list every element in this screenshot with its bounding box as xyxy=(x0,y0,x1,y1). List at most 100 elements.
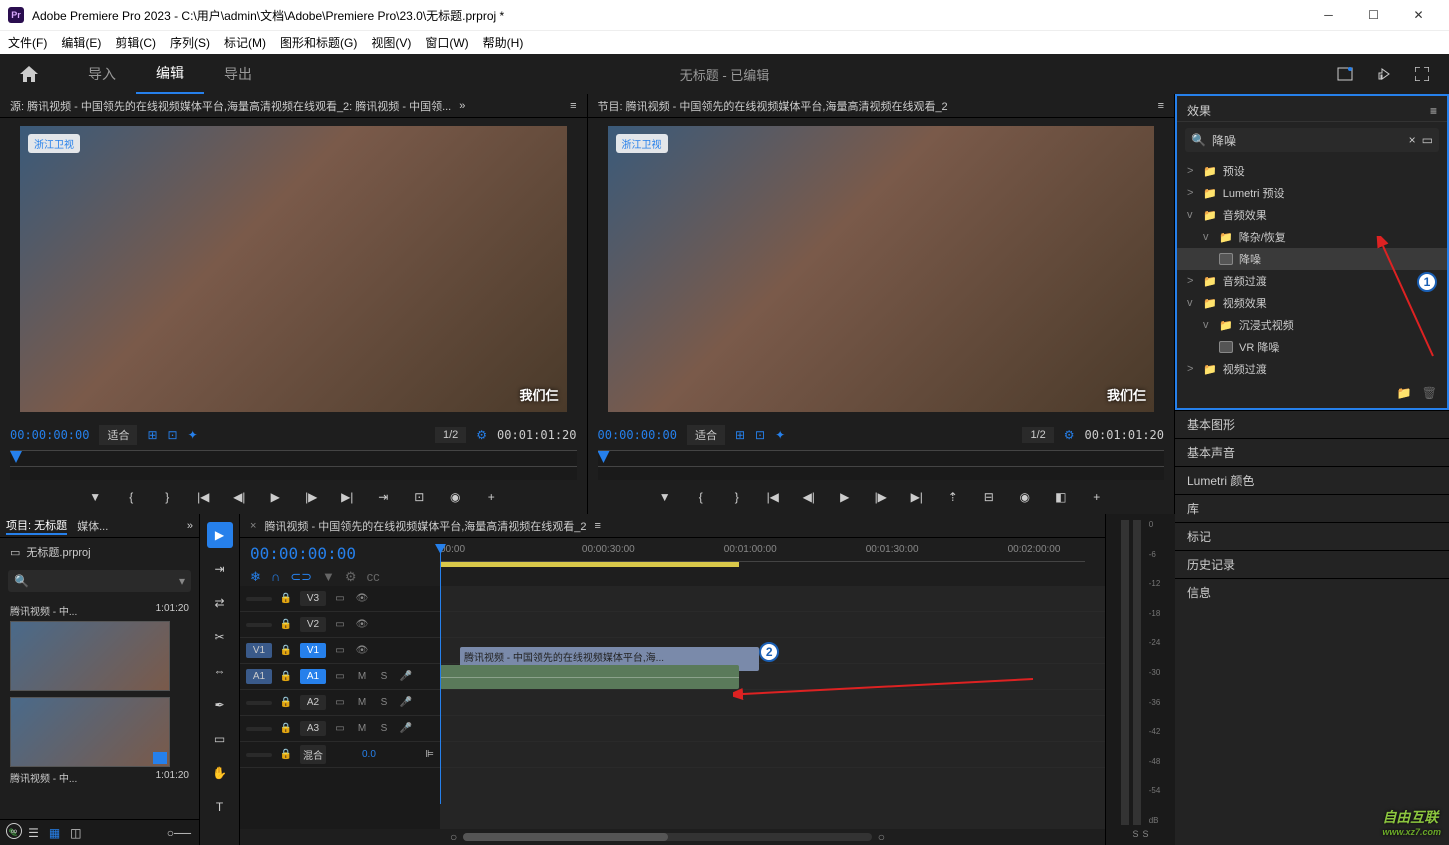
slip-tool[interactable]: ⇔ xyxy=(207,658,233,684)
program-tc-left[interactable]: 00:00:00:00 xyxy=(598,428,677,442)
panel-essential-sound[interactable]: 基本声音 xyxy=(1175,438,1449,466)
work-area-bar[interactable] xyxy=(440,562,739,567)
new-bin-icon[interactable]: ▭ xyxy=(1422,133,1433,147)
mix-value[interactable]: 0.0 xyxy=(362,749,376,760)
timeline-tc[interactable]: 00:00:00:00 xyxy=(250,544,430,563)
overwrite-icon[interactable]: ⊡ xyxy=(411,489,427,505)
snap-icon[interactable]: ❄ xyxy=(250,569,261,585)
razor-tool[interactable]: ✂ xyxy=(207,624,233,650)
sequence-thumbnail[interactable] xyxy=(10,697,170,767)
zoom-slider[interactable]: ○── xyxy=(167,826,191,840)
track-mix[interactable]: 混合 xyxy=(300,745,326,764)
fx-folder-denoise-restore[interactable]: v📁降杂/恢复 xyxy=(1177,226,1447,248)
fx-folder-lumetri[interactable]: >📁Lumetri 预设 xyxy=(1177,182,1447,204)
project-search[interactable]: 🔍 ▾ xyxy=(8,570,191,592)
fx-folder-audio-transitions[interactable]: >📁音频过渡 xyxy=(1177,270,1447,292)
menu-sequence[interactable]: 序列(S) xyxy=(170,34,210,51)
pen-tool[interactable]: ✒ xyxy=(207,692,233,718)
settings-icon[interactable]: ⚙ xyxy=(1064,428,1075,442)
timeline-scrollbar[interactable]: ○ ○ xyxy=(240,829,1105,845)
step-fwd-icon[interactable]: |▶ xyxy=(873,489,889,505)
captions-icon[interactable]: cc xyxy=(367,569,380,585)
source-res-select[interactable]: 1/2 xyxy=(435,427,466,443)
panel-menu-icon[interactable]: ≡ xyxy=(1158,100,1164,112)
play-icon[interactable]: ▶ xyxy=(837,489,853,505)
step-back-icon[interactable]: ◀| xyxy=(231,489,247,505)
program-fit-select[interactable]: 适合 xyxy=(687,425,725,445)
source-viewport[interactable]: 浙江卫视 我们仨 xyxy=(20,126,567,412)
project-item[interactable]: 腾讯视频 - 中...1:01:20 xyxy=(10,600,189,691)
effects-search-input[interactable] xyxy=(1212,133,1403,147)
track-select-tool[interactable]: ⇥ xyxy=(207,556,233,582)
fx-effect-vr-denoise[interactable]: VR 降噪 xyxy=(1177,336,1447,358)
guides-icon[interactable]: ⊡ xyxy=(755,428,765,442)
ripple-tool[interactable]: ⇄ xyxy=(207,590,233,616)
track-lanes[interactable]: 腾讯视频 - 中国领先的在线视频媒体平台,海... 2 xyxy=(440,586,1105,829)
rulers-icon[interactable]: ⊞ xyxy=(147,428,157,442)
chevron-right-icon[interactable]: » xyxy=(459,100,465,112)
tab-project[interactable]: 项目: 无标题 xyxy=(6,517,67,535)
export-frame-icon[interactable]: ◉ xyxy=(447,489,463,505)
magnet-icon[interactable]: ∩ xyxy=(271,569,280,585)
out-icon[interactable]: } xyxy=(729,489,745,505)
source-a1[interactable]: A1 xyxy=(246,669,272,684)
settings-icon[interactable]: ⚙ xyxy=(345,569,357,585)
menu-file[interactable]: 文件(F) xyxy=(8,34,47,51)
tab-import[interactable]: 导入 xyxy=(68,54,136,94)
icon-view-icon[interactable]: ▦ xyxy=(49,826,60,840)
in-icon[interactable]: { xyxy=(123,489,139,505)
menu-clip[interactable]: 剪辑(C) xyxy=(115,34,156,51)
source-v1[interactable]: V1 xyxy=(246,643,272,658)
out-icon[interactable]: } xyxy=(159,489,175,505)
fx-effect-denoise[interactable]: 降噪 xyxy=(1177,248,1447,270)
button-editor-icon[interactable]: + xyxy=(483,489,499,505)
menu-edit[interactable]: 编辑(E) xyxy=(61,34,101,51)
track-a1[interactable]: A1 xyxy=(300,669,326,684)
guides-icon[interactable]: ⊡ xyxy=(168,428,178,442)
fullscreen-icon[interactable] xyxy=(1415,67,1429,81)
track-a2[interactable]: A2 xyxy=(300,695,326,710)
extract-icon[interactable]: ⊟ xyxy=(981,489,997,505)
panel-lumetri-color[interactable]: Lumetri 颜色 xyxy=(1175,466,1449,494)
panel-info[interactable]: 信息 xyxy=(1175,578,1449,606)
compare-icon[interactable]: ◧ xyxy=(1053,489,1069,505)
fx-folder-video-transitions[interactable]: >📁视频过渡 xyxy=(1177,358,1447,380)
panel-history[interactable]: 历史记录 xyxy=(1175,550,1449,578)
track-v3[interactable]: V3 xyxy=(300,591,326,606)
selection-tool[interactable]: ▶ xyxy=(207,522,233,548)
goto-in-icon[interactable]: |◀ xyxy=(765,489,781,505)
panel-markers[interactable]: 标记 xyxy=(1175,522,1449,550)
timeline-playhead[interactable] xyxy=(440,544,441,804)
rectangle-tool[interactable]: ▭ xyxy=(207,726,233,752)
minimize-button[interactable]: ─ xyxy=(1306,0,1351,30)
marker-icon[interactable]: ▼ xyxy=(657,489,673,505)
source-ruler[interactable] xyxy=(10,450,577,480)
panel-libraries[interactable]: 库 xyxy=(1175,494,1449,522)
rulers-icon[interactable]: ⊞ xyxy=(735,428,745,442)
overlay-icon[interactable]: ✦ xyxy=(775,428,785,442)
track-a3[interactable]: A3 xyxy=(300,721,326,736)
timeline-ruler[interactable]: 00:00 00:00:30:00 00:01:00:00 00:01:30:0… xyxy=(440,544,1085,562)
step-back-icon[interactable]: ◀| xyxy=(801,489,817,505)
export-frame-icon[interactable]: ◉ xyxy=(1017,489,1033,505)
source-tc-left[interactable]: 00:00:00:00 xyxy=(10,428,89,442)
clear-search-icon[interactable]: × xyxy=(1409,133,1416,147)
linked-icon[interactable]: ⊂⊃ xyxy=(290,569,312,585)
hand-tool[interactable]: ✋ xyxy=(207,760,233,786)
source-fit-select[interactable]: 适合 xyxy=(99,425,137,445)
tab-media[interactable]: 媒体... xyxy=(77,518,108,534)
close-seq-icon[interactable]: × xyxy=(250,520,256,532)
program-viewport[interactable]: 浙江卫视 我们仨 xyxy=(608,126,1155,412)
type-tool[interactable]: T xyxy=(207,794,233,820)
in-icon[interactable]: { xyxy=(693,489,709,505)
marker-icon[interactable]: ▼ xyxy=(322,569,335,585)
fx-folder-presets[interactable]: >📁预设 xyxy=(1177,160,1447,182)
marker-icon[interactable]: ▼ xyxy=(87,489,103,505)
insert-icon[interactable]: ⇥ xyxy=(375,489,391,505)
play-icon[interactable]: ▶ xyxy=(267,489,283,505)
track-v2[interactable]: V2 xyxy=(300,617,326,632)
home-icon[interactable] xyxy=(20,66,38,82)
goto-in-icon[interactable]: |◀ xyxy=(195,489,211,505)
panel-menu-icon[interactable]: ≡ xyxy=(570,100,576,112)
button-editor-icon[interactable]: + xyxy=(1089,489,1105,505)
